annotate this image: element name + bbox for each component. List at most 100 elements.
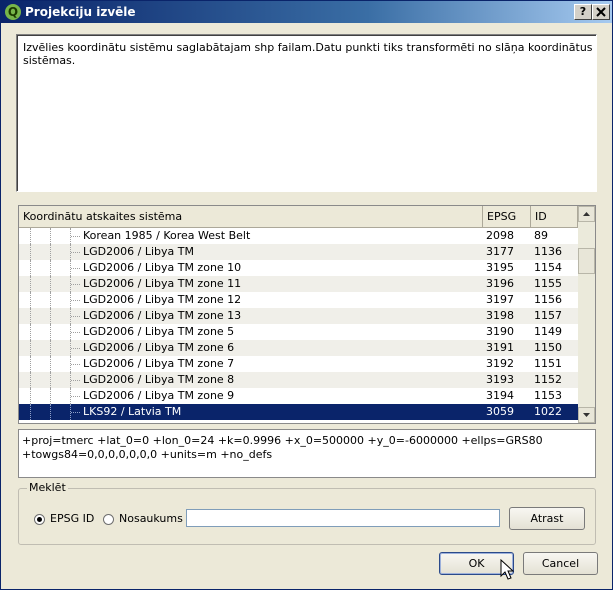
search-group: Meklēt EPSG ID Nosaukums Atrast (18, 481, 596, 545)
tree-row-epsg: 3193 (486, 373, 514, 386)
tree-row-name: LGD2006 / Libya TM zone 6 (83, 341, 235, 354)
mouse-cursor-icon (500, 559, 514, 580)
vertical-scrollbar[interactable] (578, 206, 595, 423)
tree-row-epsg: 3192 (486, 357, 514, 370)
tree-row-epsg: 3194 (486, 389, 514, 402)
tree-row[interactable]: LGD2006 / Libya TM zone 9 3194 1153 (19, 388, 578, 404)
tree-guide-line (50, 372, 51, 388)
tree-guide-line (30, 244, 31, 260)
close-button[interactable] (592, 4, 610, 20)
description-box: Izvēlies koordinātu sistēmu saglabātajam… (16, 34, 597, 192)
tree-row-id: 89 (534, 229, 548, 242)
tree-branch-line (71, 412, 80, 413)
title-bar[interactable]: Q Projekciju izvēle ? (1, 1, 612, 23)
tree-row-epsg: 3197 (486, 293, 514, 306)
tree-branch-line (71, 364, 80, 365)
tree-branch-line (71, 252, 80, 253)
help-button[interactable]: ? (574, 4, 592, 20)
tree-row-id: 1150 (534, 341, 562, 354)
tree-guide-line (50, 356, 51, 372)
scroll-thumb[interactable] (578, 248, 595, 274)
tree-guide-line (30, 324, 31, 340)
tree-guide-line (50, 324, 51, 340)
description-text: Izvēlies koordinātu sistēmu saglabātajam… (23, 41, 593, 67)
arrow-up-icon (583, 212, 590, 216)
tree-row-epsg: 3177 (486, 245, 514, 258)
tree-row[interactable]: LGD2006 / Libya TM zone 13 3198 1157 (19, 308, 578, 324)
tree-row-id: 1136 (534, 245, 562, 258)
tree-row-name: LKS92 / Latvia TM (83, 405, 182, 418)
close-icon (596, 7, 606, 17)
tree-header: Koordinātu atskaites sistēma EPSG ID (19, 206, 578, 228)
tree-guide-line (50, 260, 51, 276)
tree-row-name: LGD2006 / Libya TM (83, 245, 194, 258)
tree-branch-line (71, 316, 80, 317)
tree-row-epsg: 3195 (486, 261, 514, 274)
tree-row[interactable]: LGD2006 / Libya TM zone 6 3191 1150 (19, 340, 578, 356)
tree-row[interactable]: LGD2006 / Libya TM zone 10 3195 1154 (19, 260, 578, 276)
tree-row[interactable]: LGD2006 / Libya TM 3177 1136 (19, 244, 578, 260)
radio-epsg-id[interactable] (34, 514, 45, 525)
tree-guide-line (30, 292, 31, 308)
tree-branch-line (71, 268, 80, 269)
tree-row[interactable]: LGD2006 / Libya TM zone 7 3192 1151 (19, 356, 578, 372)
tree-row-name: LGD2006 / Libya TM zone 11 (83, 277, 242, 290)
arrow-down-icon (583, 413, 590, 417)
tree-row-name: Korean 1985 / Korea West Belt (83, 229, 251, 242)
tree-rows: Korean 1985 / Korea West Belt 2098 89 LGD20… (19, 228, 578, 422)
tree-branch-line (71, 332, 80, 333)
tree-row-epsg: 2098 (486, 229, 514, 242)
tree-guide-line (50, 292, 51, 308)
tree-guide-line (30, 356, 31, 372)
tree-row-id: 1022 (534, 405, 562, 418)
tree-guide-line (50, 228, 51, 244)
tree-guide-line (30, 276, 31, 292)
tree-row-id: 1153 (534, 389, 562, 402)
tree-guide-line (50, 276, 51, 292)
scroll-down-button[interactable] (578, 407, 595, 423)
tree-row-epsg: 3198 (486, 309, 514, 322)
tree-row-name: LGD2006 / Libya TM zone 10 (83, 261, 242, 274)
cancel-button[interactable]: Cancel (523, 552, 598, 575)
tree-row-name: LGD2006 / Libya TM zone 9 (83, 389, 235, 402)
tree-row[interactable]: LGD2006 / Libya TM zone 8 3193 1152 (19, 372, 578, 388)
qgis-logo-icon: Q (5, 4, 21, 20)
projection-line-2: +towgs84=0,0,0,0,0,0,0 +units=m +no_defs (22, 448, 273, 461)
tree-guide-line (30, 308, 31, 324)
find-button[interactable]: Atrast (509, 507, 585, 530)
projection-string-box: +proj=tmerc +lat_0=0 +lon_0=24 +k=0.9996… (18, 429, 596, 478)
column-header-id[interactable]: ID (531, 206, 578, 227)
tree-row[interactable]: LGD2006 / Libya TM zone 5 3190 1149 (19, 324, 578, 340)
window-title: Projekciju izvēle (25, 5, 136, 19)
tree-row-epsg: 3059 (486, 405, 514, 418)
tree-row-epsg: 3190 (486, 325, 514, 338)
column-header-epsg[interactable]: EPSG (483, 206, 531, 227)
tree-branch-line (71, 396, 80, 397)
tree-row[interactable]: Korean 1985 / Korea West Belt 2098 89 (19, 228, 578, 244)
tree-row-epsg: 3191 (486, 341, 514, 354)
radio-epsg-id-label[interactable]: EPSG ID (50, 512, 94, 525)
tree-row-name: LGD2006 / Libya TM zone 5 (83, 325, 235, 338)
tree-row-id: 1154 (534, 261, 562, 274)
search-group-label: Meklēt (27, 481, 68, 494)
tree-guide-line (30, 404, 31, 420)
tree-row-id: 1156 (534, 293, 562, 306)
tree-guide-line (50, 308, 51, 324)
column-header-name[interactable]: Koordinātu atskaites sistēma (19, 206, 483, 227)
search-input[interactable] (186, 509, 500, 527)
radio-name-label[interactable]: Nosaukums (119, 512, 183, 525)
tree-row[interactable]: LKS92 / Latvia TM 3059 1022 (19, 404, 578, 420)
scroll-up-button[interactable] (578, 206, 595, 222)
tree-guide-line (30, 340, 31, 356)
tree-row-id: 1149 (534, 325, 562, 338)
crs-tree[interactable]: Koordinātu atskaites sistēma EPSG ID Kor… (18, 205, 596, 424)
tree-row[interactable]: LGD2006 / Libya TM zone 12 3197 1156 (19, 292, 578, 308)
tree-row[interactable]: LGD2006 / Libya TM zone 11 3196 1155 (19, 276, 578, 292)
tree-guide-line (30, 388, 31, 404)
tree-branch-line (71, 300, 80, 301)
tree-guide-line (30, 260, 31, 276)
tree-branch-line (71, 236, 80, 237)
tree-guide-line (50, 340, 51, 356)
tree-guide-line (30, 228, 31, 244)
radio-name[interactable] (103, 514, 114, 525)
